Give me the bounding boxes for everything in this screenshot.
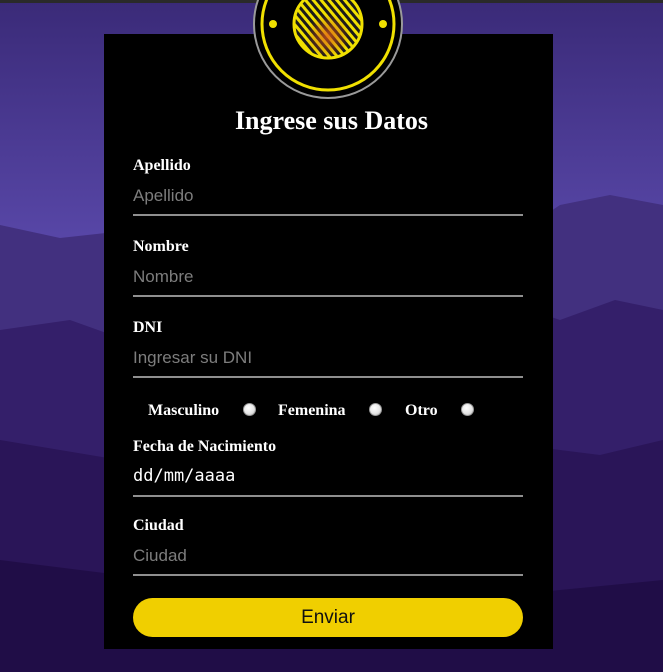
birth-date-label: Fecha de Nacimiento [133,438,277,455]
apellido-input[interactable] [133,178,523,216]
radio-label-otro: Otro [405,402,438,419]
enviar-button[interactable]: Enviar [133,598,523,637]
birth-date-value: dd/mm/aaaa [133,466,236,486]
radio-otro[interactable] [461,403,474,416]
birth-date-input[interactable]: dd/mm/aaaa [133,459,523,497]
radio-label-femenina: Femenina [278,402,346,419]
form-title: Ingrese sus Datos [234,106,429,135]
radio-masculino[interactable] [243,403,256,416]
radio-label-masculino: Masculino [148,402,220,419]
nombre-label: Nombre [133,238,189,255]
dni-label: DNI [133,319,163,336]
dni-input[interactable] [133,340,523,378]
yellow-target-logo-icon [253,0,403,99]
ciudad-label: Ciudad [133,517,184,534]
radio-femenina[interactable] [369,403,382,416]
ciudad-input[interactable] [133,538,523,576]
apellido-label: Apellido [133,157,191,174]
nombre-input[interactable] [133,259,523,297]
